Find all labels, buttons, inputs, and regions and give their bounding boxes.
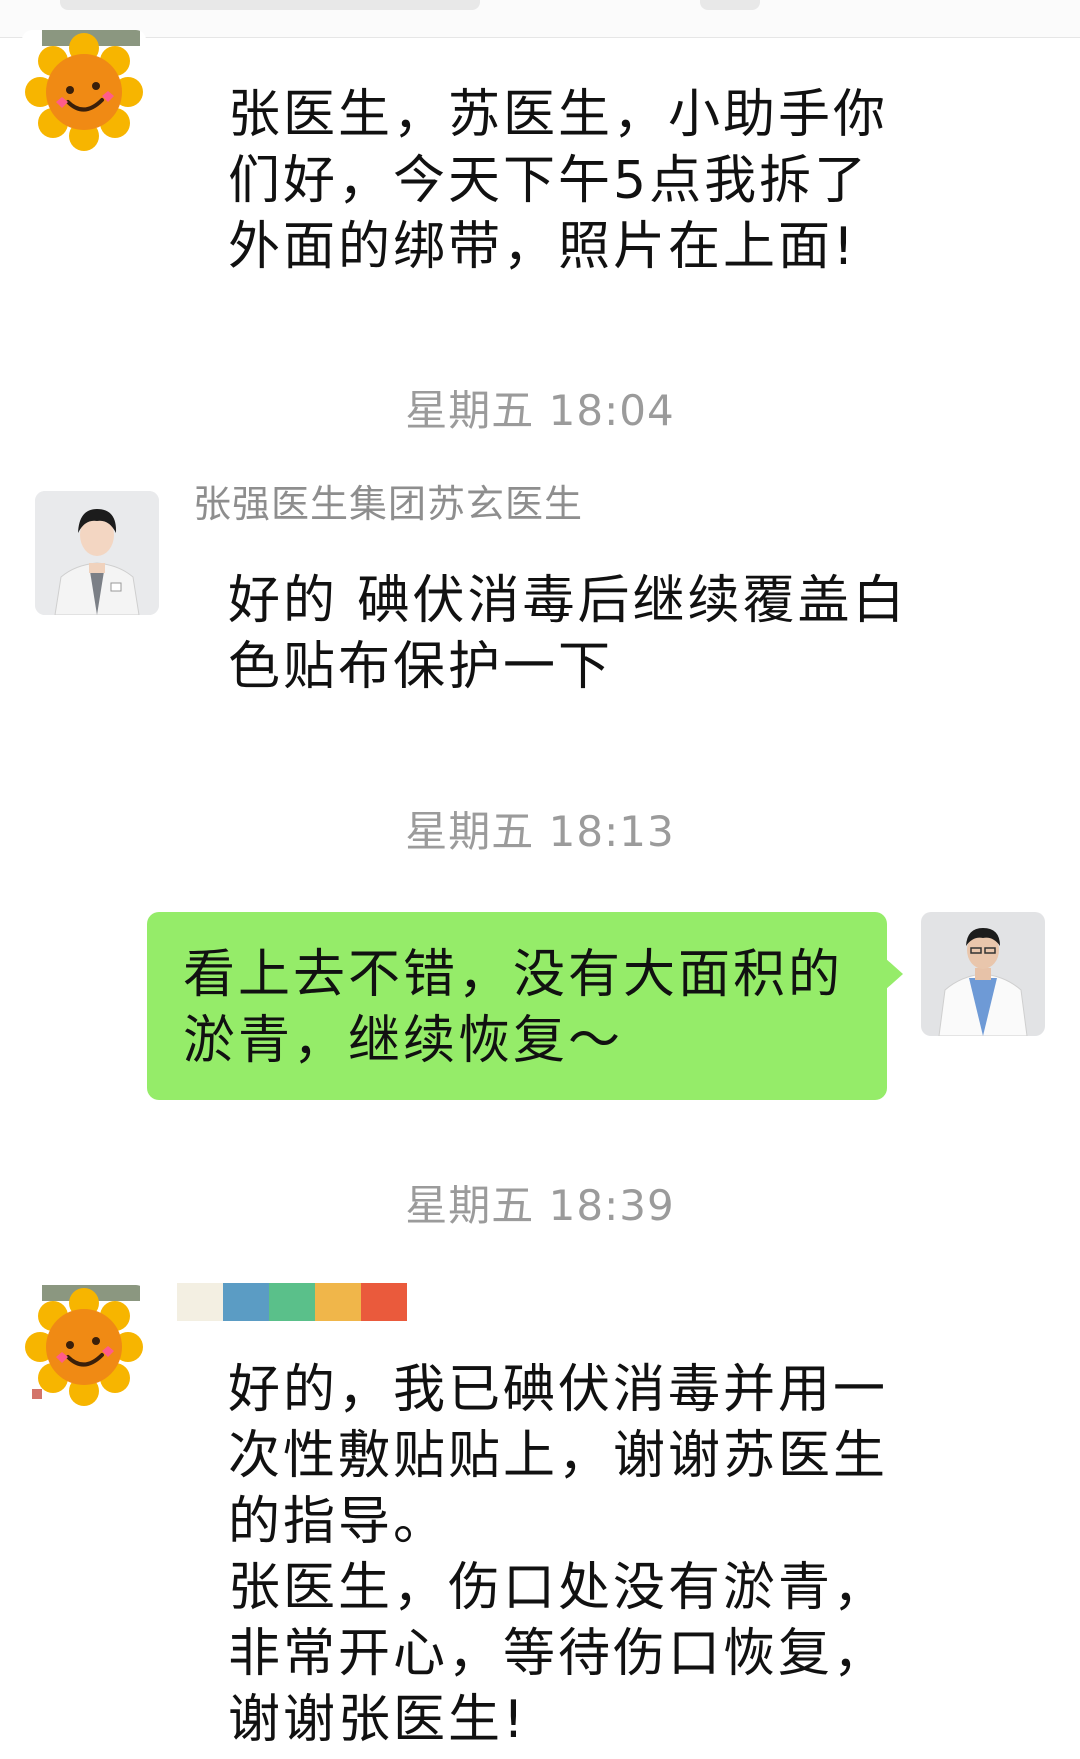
- sender-name: 张强医生集团苏玄医生: [193, 482, 584, 526]
- timestamp: 星期五 18:13: [405, 807, 675, 856]
- message-text: 好的，我已碘伏消毒并用一 次性敷贴贴上，谢谢苏医生 的指导。 张医生，伤口处没有…: [228, 1360, 889, 1750]
- surgeon-avatar-icon: [921, 912, 1045, 1036]
- outgoing-message-bubble[interactable]: 看上去不错，没有大面积的 淤青，继续恢复～: [147, 912, 903, 1100]
- chat-screen: 张医生，苏医生，小助手你 们好，今天下午5点我拆了 外面的绑带，照片在上面! 星…: [0, 0, 1080, 1759]
- message-text: 张医生，苏医生，小助手你 们好，今天下午5点我拆了 外面的绑带，照片在上面!: [228, 85, 889, 277]
- timestamp: 星期五 18:04: [405, 386, 675, 435]
- avatar[interactable]: [921, 912, 1045, 1036]
- message-text: 好的 碘伏消毒后继续覆盖白 色贴布保护一下: [228, 571, 908, 697]
- avatar[interactable]: [22, 30, 146, 154]
- avatar[interactable]: [22, 1285, 146, 1409]
- sunflower-avatar-icon: [22, 1285, 146, 1409]
- sunflower-avatar-icon: [22, 30, 146, 154]
- message-text: 看上去不错，没有大面积的 淤青，继续恢复～: [183, 945, 844, 1071]
- timestamp: 星期五 18:39: [405, 1181, 675, 1230]
- header-sliver: [0, 0, 1080, 38]
- avatar[interactable]: [35, 491, 159, 615]
- doctor-avatar-icon: [35, 491, 159, 615]
- redacted-sender-name: [177, 1283, 407, 1321]
